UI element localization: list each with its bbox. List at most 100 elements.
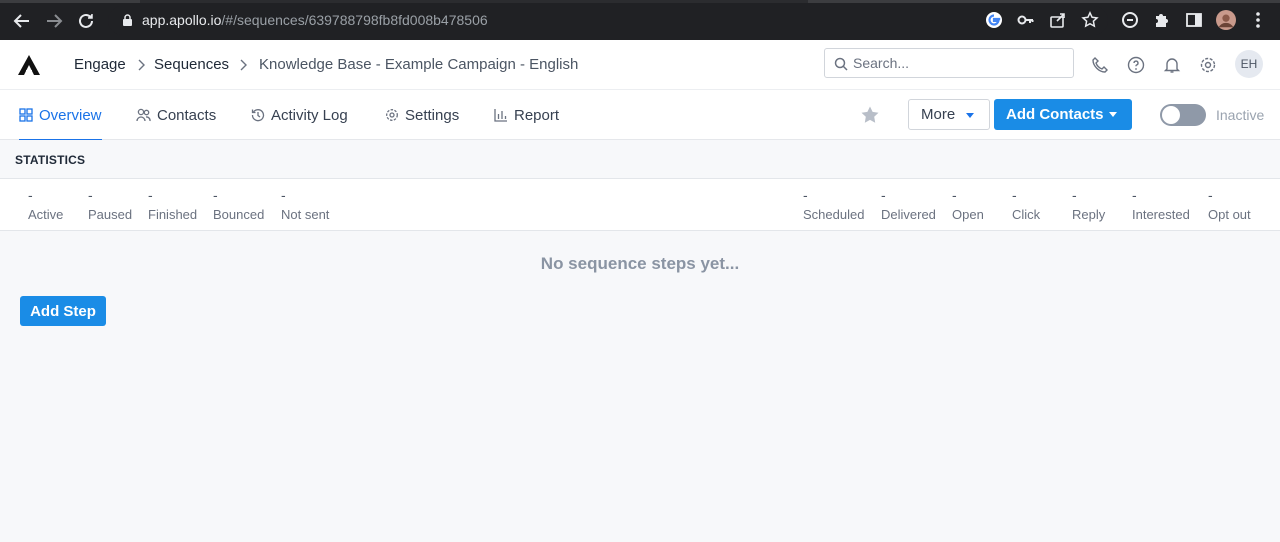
address-bar[interactable]: app.apollo.io/#/sequences/639788798fb8fd… [108, 6, 1108, 35]
breadcrumb-sequences[interactable]: Sequences [154, 56, 229, 73]
chevron-right-icon [137, 58, 145, 76]
stat-value: - [281, 187, 286, 203]
sequence-active-toggle[interactable] [1160, 104, 1206, 126]
stat-label: Active [28, 207, 64, 222]
stat-value: - [881, 187, 886, 203]
caret-down-icon [1109, 112, 1117, 117]
stat-label: Not sent [281, 207, 330, 222]
tab-label: Settings [405, 106, 460, 124]
stat-value: - [1132, 187, 1137, 203]
stat-value: - [148, 187, 153, 203]
chevron-right-icon [239, 58, 247, 76]
tab-label: Contacts [157, 106, 217, 124]
settings-gear-icon[interactable] [1197, 54, 1219, 76]
stat-label: Scheduled [803, 207, 865, 222]
stat-value: - [1208, 187, 1213, 203]
google-icon[interactable] [984, 10, 1004, 30]
toggle-status-label: Inactive [1216, 107, 1265, 123]
apollo-logo-icon[interactable] [17, 54, 41, 76]
reload-icon[interactable] [75, 10, 97, 32]
search-input[interactable] [853, 53, 1063, 73]
grid-icon [19, 108, 33, 122]
tab-label: Overview [39, 106, 102, 124]
bookmark-star-icon[interactable] [1080, 10, 1100, 30]
stat-not-sent[interactable]: - Not sent [281, 187, 329, 222]
search-icon [834, 57, 848, 71]
gear-icon [386, 109, 398, 121]
tab-contacts[interactable]: Contacts [136, 90, 216, 140]
stat-label: Opt out [1208, 207, 1251, 222]
add-contacts-button[interactable]: Add Contacts [994, 99, 1132, 130]
side-panel-icon[interactable] [1184, 10, 1204, 30]
stat-value: - [213, 187, 218, 203]
stat-label: Open [952, 207, 984, 222]
key-icon[interactable] [1016, 10, 1036, 30]
statistics-header: STATISTICS [0, 140, 1280, 179]
breadcrumb-sequence-name[interactable]: Knowledge Base - Example Campaign - Engl… [259, 56, 578, 73]
statistics-title: STATISTICS [15, 153, 86, 167]
stat-active[interactable]: - Active [28, 187, 63, 222]
stat-label: Click [1012, 207, 1041, 222]
share-icon[interactable] [1048, 10, 1068, 30]
app-header: Engage Sequences Knowledge Base - Exampl… [0, 40, 1280, 90]
user-avatar[interactable]: EH [1235, 50, 1263, 78]
extension-icon[interactable] [1120, 10, 1140, 30]
back-arrow-icon[interactable] [11, 10, 33, 32]
profile-avatar-icon[interactable] [1216, 10, 1236, 30]
stat-finished[interactable]: - Finished [148, 187, 197, 222]
stat-opt-out[interactable]: - Opt out [1208, 187, 1251, 222]
stat-label: Reply [1072, 207, 1106, 222]
stat-value: - [1072, 187, 1077, 203]
help-icon[interactable] [1125, 54, 1147, 76]
favorite-star-icon[interactable] [860, 105, 880, 130]
more-button-label: More [921, 106, 956, 123]
empty-steps-message: No sequence steps yet... [540, 254, 740, 273]
tab-label: Report [514, 106, 560, 124]
history-icon [251, 109, 265, 122]
add-contacts-label: Add Contacts [1006, 106, 1104, 123]
tab-report[interactable]: Report [494, 90, 559, 140]
tab-activity-log[interactable]: Activity Log [251, 90, 348, 140]
tab-strip [0, 0, 1280, 3]
people-icon [136, 108, 151, 122]
stat-label: Bounced [213, 207, 265, 222]
bell-icon[interactable] [1161, 54, 1183, 76]
stat-value: - [803, 187, 808, 203]
stat-click[interactable]: - Click [1012, 187, 1040, 222]
forward-arrow-icon[interactable] [43, 10, 65, 32]
caret-down-icon [966, 113, 974, 118]
toggle-knob [1162, 106, 1180, 124]
tab-label: Activity Log [271, 106, 348, 124]
stat-bounced[interactable]: - Bounced [213, 187, 264, 222]
stat-value: - [28, 187, 33, 203]
phone-icon[interactable] [1089, 54, 1111, 76]
lock-icon[interactable] [122, 14, 133, 32]
stat-value: - [1012, 187, 1017, 203]
stat-value: - [88, 187, 93, 203]
stat-label: Delivered [881, 207, 936, 222]
stat-label: Interested [1132, 207, 1190, 222]
chrome-menu-icon[interactable] [1248, 10, 1268, 30]
sequence-tabbar: Overview Contacts Activity Log Settings … [0, 90, 1280, 141]
add-step-button[interactable]: Add Step [20, 296, 106, 326]
more-dropdown-button[interactable]: More [908, 99, 990, 130]
stat-label: Paused [88, 207, 133, 222]
stat-scheduled[interactable]: - Scheduled [803, 187, 864, 222]
tab-overview[interactable]: Overview [19, 90, 102, 141]
stat-interested[interactable]: - Interested [1132, 187, 1190, 222]
active-browser-tab[interactable] [140, 0, 808, 3]
search-box[interactable] [824, 48, 1074, 78]
stat-paused[interactable]: - Paused [88, 187, 132, 222]
breadcrumb-engage[interactable]: Engage [74, 56, 126, 73]
bar-chart-icon [494, 109, 507, 122]
statistics-row: - Active - Paused - Finished - Bounced - Not … [0, 179, 1280, 231]
stat-reply[interactable]: - Reply [1072, 187, 1105, 222]
browser-toolbar: app.apollo.io/#/sequences/639788798fb8fd… [0, 0, 1280, 40]
puzzle-icon[interactable] [1152, 10, 1172, 30]
stat-open[interactable]: - Open [952, 187, 984, 222]
stat-label: Finished [148, 207, 198, 222]
tab-settings[interactable]: Settings [385, 90, 459, 140]
stat-delivered[interactable]: - Delivered [881, 187, 936, 222]
url-text[interactable]: app.apollo.io/#/sequences/639788798fb8fd… [142, 12, 488, 28]
stat-value: - [952, 187, 957, 203]
